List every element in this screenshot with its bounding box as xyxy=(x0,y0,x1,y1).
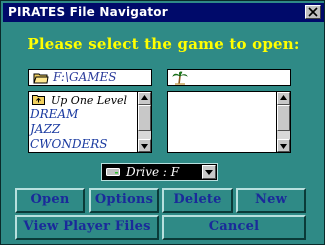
arrow-up-icon xyxy=(280,95,287,100)
cancel-button[interactable]: Cancel xyxy=(162,215,306,240)
delete-button-label: Delete xyxy=(173,192,222,207)
prompt-heading: Please select the game to open: xyxy=(27,35,300,53)
file-list[interactable] xyxy=(167,91,291,153)
list-item-label: DREAM xyxy=(30,107,79,121)
close-icon xyxy=(308,7,318,17)
scroll-up-button[interactable] xyxy=(138,92,151,105)
scroll-thumb[interactable] xyxy=(138,105,151,131)
palm-tree-icon xyxy=(172,71,188,85)
new-button[interactable]: New xyxy=(236,188,306,213)
directory-list[interactable]: Up One Level DREAM JAZZ CWONDERS xyxy=(28,91,152,153)
list-item-label: Up One Level xyxy=(51,94,127,107)
list-item-dream[interactable]: DREAM xyxy=(29,108,137,122)
cancel-button-label: Cancel xyxy=(208,219,260,234)
scroll-down-button[interactable] xyxy=(277,139,290,152)
list-item-label: CWONDERS xyxy=(30,137,108,151)
directory-path-text: F:\GAMES xyxy=(53,70,117,84)
open-button[interactable]: Open xyxy=(15,188,85,213)
scroll-thumb[interactable] xyxy=(277,105,290,131)
options-button[interactable]: Options xyxy=(89,188,159,213)
delete-button[interactable]: Delete xyxy=(162,188,233,213)
file-list-scrollbar[interactable] xyxy=(276,92,290,152)
drive-dropdown-button[interactable] xyxy=(202,165,216,179)
file-navigator-window: PIRATES File Navigator Please select the… xyxy=(0,0,325,245)
arrow-down-icon xyxy=(141,144,148,149)
directory-path-field[interactable]: F:\GAMES xyxy=(28,69,152,86)
folder-open-icon xyxy=(33,73,49,84)
title-bar[interactable]: PIRATES File Navigator xyxy=(3,3,324,22)
drive-icon xyxy=(106,168,120,176)
close-button[interactable] xyxy=(305,5,321,19)
list-item-up-one-level[interactable]: Up One Level xyxy=(29,93,137,107)
view-player-files-button-label: View Player Files xyxy=(23,219,151,234)
directory-list-scrollbar[interactable] xyxy=(137,92,151,152)
list-item-jazz[interactable]: JAZZ xyxy=(29,123,137,137)
options-button-label: Options xyxy=(94,192,154,207)
scroll-up-button[interactable] xyxy=(277,92,290,105)
chevron-down-icon xyxy=(205,170,213,175)
window-title: PIRATES File Navigator xyxy=(8,5,168,19)
list-item-label: JAZZ xyxy=(30,122,61,136)
new-button-label: New xyxy=(255,192,287,207)
arrow-down-icon xyxy=(280,144,287,149)
drive-select[interactable]: Drive : F xyxy=(101,163,218,181)
view-player-files-button[interactable]: View Player Files xyxy=(15,215,159,240)
file-name-field[interactable] xyxy=(167,69,291,86)
folder-up-icon xyxy=(32,95,45,105)
arrow-up-icon xyxy=(141,95,148,100)
scroll-down-button[interactable] xyxy=(138,139,151,152)
drive-select-value: Drive : F xyxy=(126,165,180,179)
open-button-label: Open xyxy=(30,192,70,207)
list-item-cwonders[interactable]: CWONDERS xyxy=(29,138,137,152)
